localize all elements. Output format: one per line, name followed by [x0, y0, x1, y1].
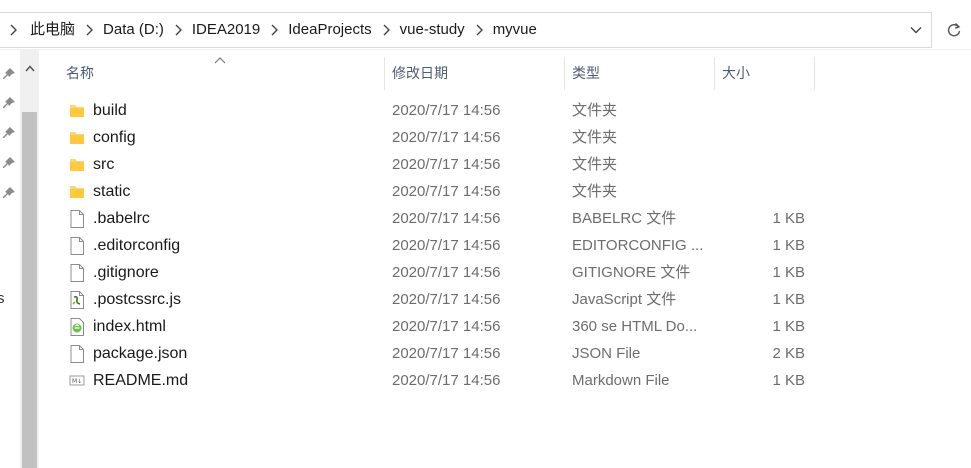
folder-icon: [69, 102, 85, 120]
address-bar-row: 此电脑 Data (D:) IDEA2019 IdeaProjects vue-…: [0, 0, 971, 50]
refresh-button[interactable]: [936, 12, 971, 48]
file-name[interactable]: .editorconfig: [93, 232, 180, 259]
file-size: 1 KB: [772, 372, 805, 389]
column-header-date-modified[interactable]: 修改日期: [386, 57, 565, 90]
file-name[interactable]: src: [93, 151, 114, 178]
file-date-modified: 2020/7/17 14:56: [392, 372, 501, 389]
file-name[interactable]: .postcssrc.js: [93, 286, 181, 313]
file-row[interactable]: .babelrc 2020/7/17 14:56 BABELRC 文件 1 KB: [60, 205, 820, 232]
chevron-right-icon[interactable]: [168, 12, 188, 48]
file-date-modified: 2020/7/17 14:56: [392, 264, 501, 281]
file-size: 1 KB: [772, 291, 805, 308]
file-type: GITIGNORE 文件: [572, 264, 691, 281]
file-name[interactable]: build: [93, 97, 127, 124]
file-type: EDITORCONFIG ...: [572, 237, 704, 254]
column-header-size[interactable]: 大小: [716, 57, 815, 90]
file-name[interactable]: index.html: [93, 313, 166, 340]
pin-icon[interactable]: [2, 126, 16, 140]
folder-icon: [69, 183, 85, 201]
file-row[interactable]: config 2020/7/17 14:56 文件夹: [60, 124, 820, 151]
file-row[interactable]: package.json 2020/7/17 14:56 JSON File 2 KB: [60, 340, 820, 367]
file-name[interactable]: .babelrc: [93, 205, 150, 232]
file-type: 文件夹: [572, 156, 618, 173]
file-date-modified: 2020/7/17 14:56: [392, 102, 501, 119]
file-type: 文件夹: [572, 102, 618, 119]
file-row[interactable]: .postcssrc.js 2020/7/17 14:56 JavaScript 文…: [60, 286, 820, 313]
file-row[interactable]: src 2020/7/17 14:56 文件夹: [60, 151, 820, 178]
file-type: 文件夹: [572, 183, 618, 200]
file-type: BABELRC 文件: [572, 210, 677, 227]
file-name[interactable]: static: [93, 178, 130, 205]
chevron-right-icon[interactable]: [264, 12, 284, 48]
scroll-up-button[interactable]: [20, 50, 39, 86]
file-icon: [69, 210, 85, 228]
chevron-right-icon[interactable]: [376, 12, 396, 48]
file-date-modified: 2020/7/17 14:56: [392, 129, 501, 146]
file-name[interactable]: .gitignore: [93, 259, 159, 286]
file-icon: [69, 237, 85, 255]
folder-icon: [69, 129, 85, 147]
pin-icon[interactable]: [2, 67, 16, 81]
file-name[interactable]: package.json: [93, 340, 187, 367]
file-date-modified: 2020/7/17 14:56: [392, 291, 501, 308]
column-header-name[interactable]: 名称: [60, 57, 385, 90]
chevron-right-icon[interactable]: [469, 12, 489, 48]
file-size: 1 KB: [772, 318, 805, 335]
file-icon: [69, 345, 85, 363]
file-date-modified: 2020/7/17 14:56: [392, 210, 501, 227]
file-row[interactable]: build 2020/7/17 14:56 文件夹: [60, 97, 820, 124]
breadcrumb-this-pc[interactable]: 此电脑: [26, 12, 79, 48]
chevron-down-icon[interactable]: [901, 13, 931, 47]
breadcrumb-myvue[interactable]: myvue: [489, 12, 541, 48]
chevron-up-icon: [24, 64, 35, 71]
folder-icon: [69, 156, 85, 174]
nav-scrollbar[interactable]: [20, 50, 39, 468]
navigation-pane: s: [0, 50, 20, 468]
file-row[interactable]: .gitignore 2020/7/17 14:56 GITIGNORE 文件 1 K…: [60, 259, 820, 286]
svg-text:M↓: M↓: [72, 378, 82, 385]
file-type: Markdown File: [572, 372, 670, 389]
chevron-right-icon[interactable]: [0, 12, 26, 48]
file-date-modified: 2020/7/17 14:56: [392, 237, 501, 254]
scrollbar-thumb[interactable]: [22, 112, 37, 468]
file-type: JavaScript 文件: [572, 291, 677, 308]
file-name[interactable]: config: [93, 124, 136, 151]
breadcrumb-idea2019[interactable]: IDEA2019: [188, 12, 264, 48]
file-type: 文件夹: [572, 129, 618, 146]
file-date-modified: 2020/7/17 14:56: [392, 318, 501, 335]
markdown-file-icon: M↓: [69, 372, 85, 390]
pin-icon[interactable]: [2, 96, 16, 110]
file-date-modified: 2020/7/17 14:56: [392, 183, 501, 200]
breadcrumb-data-drive[interactable]: Data (D:): [99, 12, 168, 48]
file-type: JSON File: [572, 345, 641, 362]
file-size: 1 KB: [772, 264, 805, 281]
file-date-modified: 2020/7/17 14:56: [392, 156, 501, 173]
pin-icon[interactable]: [2, 156, 16, 170]
file-row[interactable]: static 2020/7/17 14:56 文件夹: [60, 178, 820, 205]
chevron-right-icon[interactable]: [79, 12, 99, 48]
file-row[interactable]: index.html 2020/7/17 14:56 360 se HTML Do.…: [60, 313, 820, 340]
pin-icon[interactable]: [2, 186, 16, 200]
file-type: 360 se HTML Do...: [572, 318, 698, 335]
file-row[interactable]: .editorconfig 2020/7/17 14:56 EDITORCONFIG…: [60, 232, 820, 259]
column-header-type[interactable]: 类型: [566, 57, 715, 90]
breadcrumb-vue-study[interactable]: vue-study: [396, 12, 469, 48]
file-size: 1 KB: [772, 237, 805, 254]
file-date-modified: 2020/7/17 14:56: [392, 345, 501, 362]
js-file-icon: [69, 291, 85, 309]
file-size: 2 KB: [772, 345, 805, 362]
html-file-icon: [69, 318, 85, 336]
file-icon: [69, 264, 85, 282]
nav-item-label-truncated[interactable]: s: [0, 290, 5, 307]
file-row[interactable]: M↓ README.md 2020/7/17 14:56 Markdown File 1…: [60, 367, 820, 394]
refresh-icon: [947, 22, 960, 37]
breadcrumb-ideaprojects[interactable]: IdeaProjects: [284, 12, 375, 48]
address-bar[interactable]: 此电脑 Data (D:) IDEA2019 IdeaProjects vue-…: [0, 12, 932, 48]
file-size: 1 KB: [772, 210, 805, 227]
file-name[interactable]: README.md: [93, 367, 188, 394]
